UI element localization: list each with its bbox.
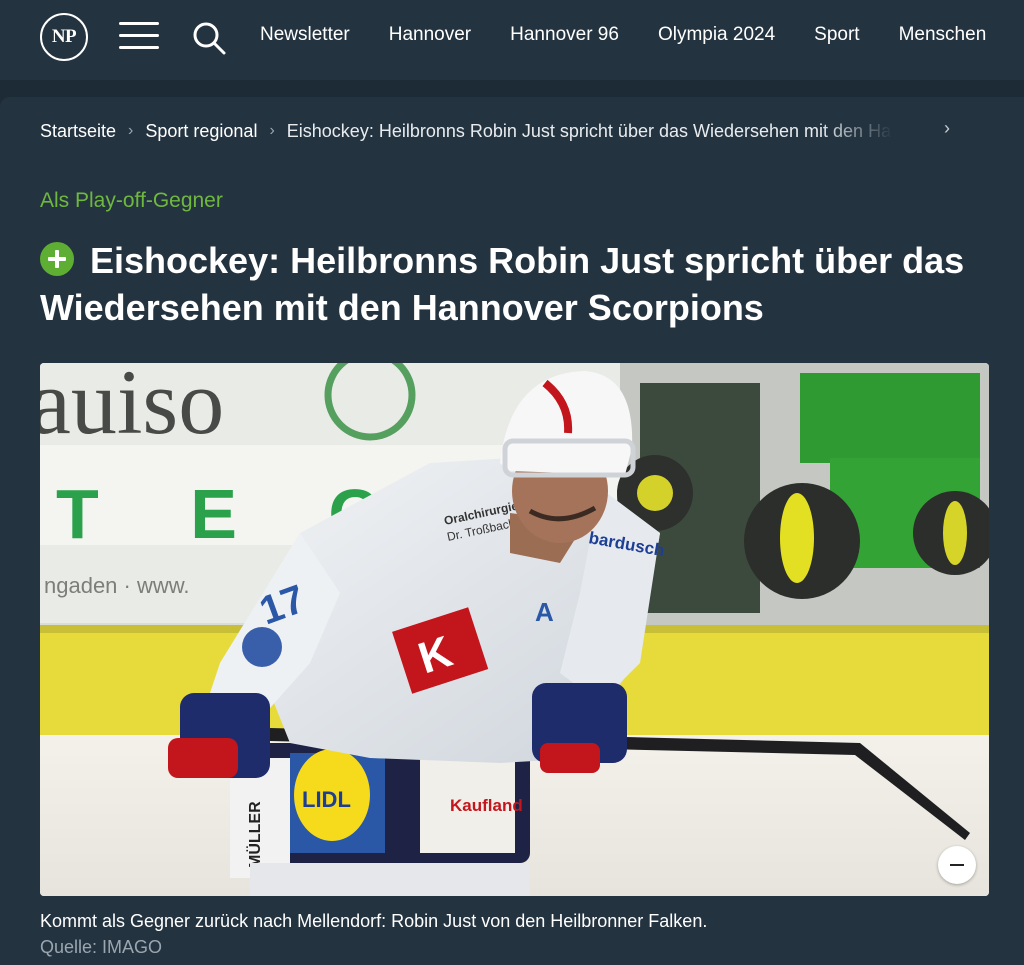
breadcrumb-scroll-chevron-icon[interactable]: › bbox=[944, 118, 950, 139]
chevron-right-icon: › bbox=[269, 122, 275, 139]
image-source: Quelle: IMAGO bbox=[40, 937, 163, 957]
svg-text:auiso: auiso bbox=[40, 363, 224, 453]
main-nav: Newsletter Hannover Hannover 96 Olympia … bbox=[260, 24, 986, 46]
nav-hannover-96[interactable]: Hannover 96 bbox=[510, 24, 619, 46]
np-logo[interactable]: NP bbox=[40, 13, 88, 61]
image-caption: Kommt als Gegner zurück nach Mellendorf:… bbox=[40, 911, 708, 931]
article-kicker: Als Play-off-Gegner bbox=[40, 189, 223, 212]
minus-icon bbox=[950, 864, 964, 866]
chevron-right-icon: › bbox=[128, 122, 134, 139]
nav-hannover[interactable]: Hannover bbox=[389, 24, 471, 46]
article-headline: Eishockey: Heilbronns Robin Just spricht… bbox=[40, 237, 1000, 331]
nav-olympia-2024[interactable]: Olympia 2024 bbox=[658, 24, 775, 46]
breadcrumb-current: Eishockey: Heilbronns Robin Just spricht… bbox=[286, 120, 893, 141]
article-card: Startseite › Sport regional › Eishockey:… bbox=[0, 97, 1024, 965]
hamburger-menu-icon[interactable] bbox=[119, 22, 159, 52]
breadcrumb-startseite[interactable]: Startseite bbox=[40, 121, 116, 142]
board-partial-text: ngaden · www. bbox=[44, 573, 190, 598]
plus-circle-icon bbox=[40, 242, 74, 276]
lidl-logo-text: LIDL bbox=[302, 787, 351, 812]
captain-letter-text: A bbox=[535, 597, 554, 627]
kaufland-text: Kaufland bbox=[450, 796, 523, 815]
nav-menschen[interactable]: Menschen bbox=[899, 24, 987, 46]
nav-sport[interactable]: Sport bbox=[814, 24, 859, 46]
mueller-text: MÜLLER bbox=[245, 801, 264, 868]
hero-image[interactable]: auiso T E C H N ngaden · www. bbox=[40, 363, 989, 896]
headline-text: Eishockey: Heilbronns Robin Just spricht… bbox=[40, 240, 965, 328]
search-icon[interactable] bbox=[189, 18, 229, 58]
breadcrumb-sport-regional[interactable]: Sport regional bbox=[145, 121, 257, 142]
breadcrumb: Startseite › Sport regional › Eishockey:… bbox=[40, 119, 970, 143]
image-zoom-button[interactable] bbox=[938, 846, 976, 884]
nav-newsletter[interactable]: Newsletter bbox=[260, 24, 350, 46]
top-navigation-bar: NP Newsletter Hannover Hannover 96 Olymp… bbox=[0, 0, 1024, 80]
hockey-player-photo: auiso T E C H N ngaden · www. bbox=[40, 363, 989, 896]
